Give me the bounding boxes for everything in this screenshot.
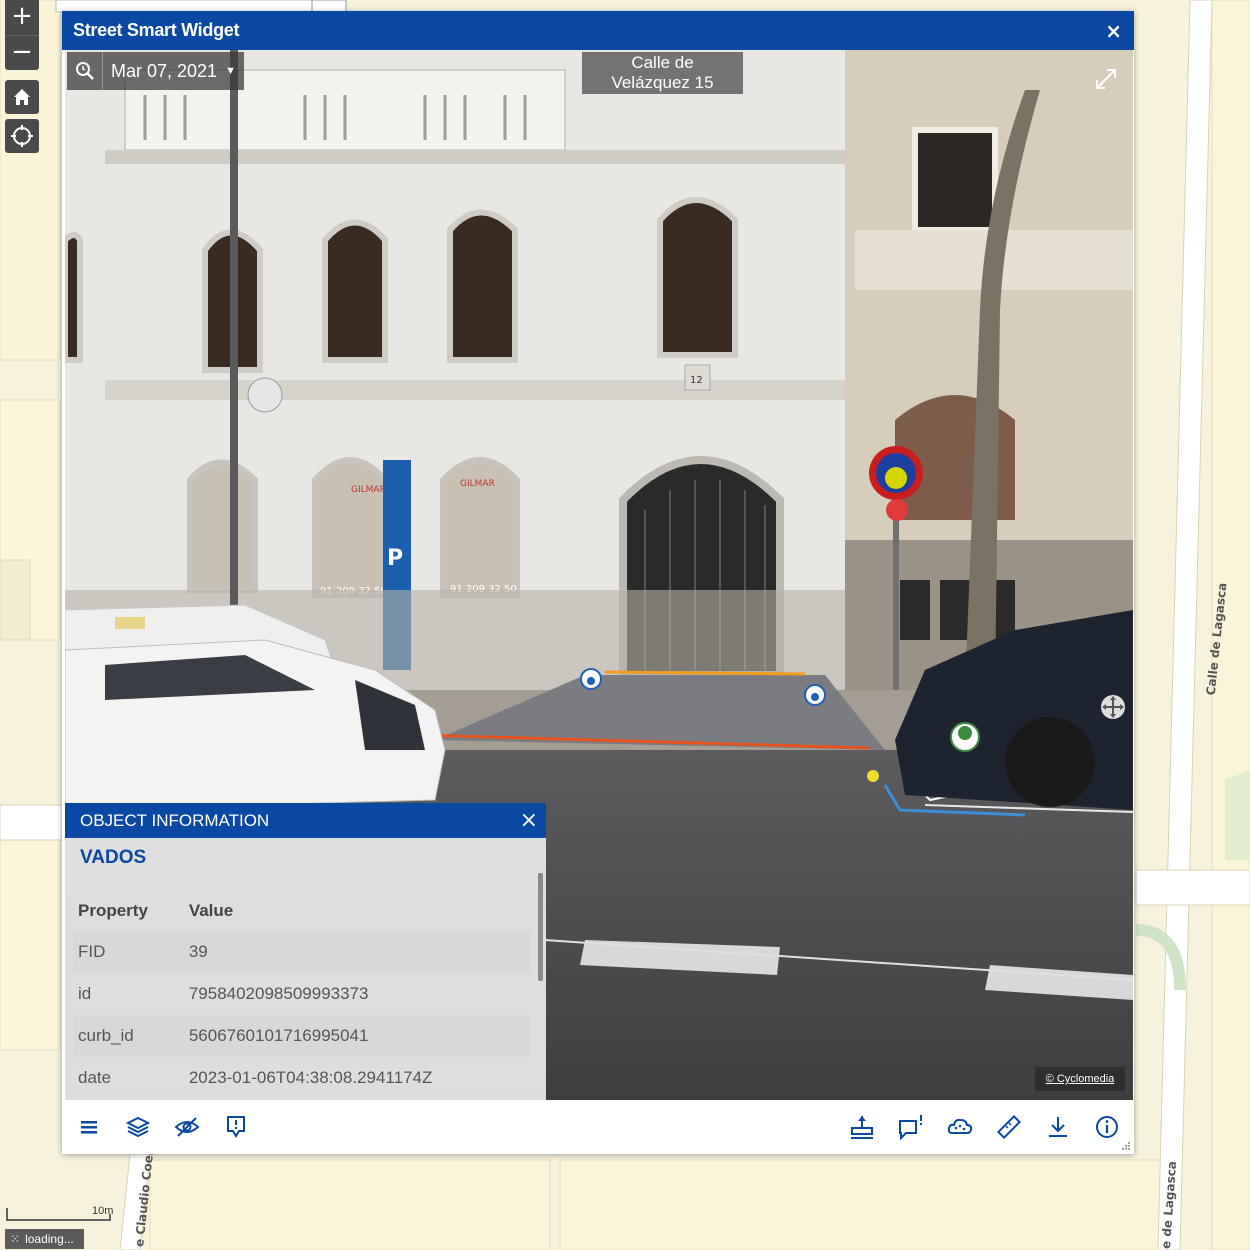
zoom-control: + − bbox=[5, 0, 39, 70]
property-cell: curb_id bbox=[73, 1015, 177, 1057]
elevation-measure-button[interactable] bbox=[848, 1113, 876, 1141]
home-icon bbox=[14, 89, 30, 105]
widget-titlebar[interactable]: Street Smart Widget × bbox=[62, 11, 1134, 50]
property-cell: id bbox=[78, 984, 92, 1003]
measure-button[interactable] bbox=[995, 1113, 1023, 1141]
widget-title: Street Smart Widget bbox=[73, 20, 240, 40]
svg-text:GILMAR: GILMAR bbox=[460, 479, 495, 489]
resize-handle-icon[interactable] bbox=[1121, 1141, 1131, 1151]
fullscreen-icon[interactable] bbox=[1093, 66, 1119, 92]
elevation-measure-icon bbox=[851, 1116, 873, 1139]
recording-date: Mar 07, 2021 bbox=[111, 61, 218, 81]
toggle-overlays-button[interactable] bbox=[173, 1113, 201, 1141]
table-row: id 7958402098509993373 bbox=[73, 973, 531, 1015]
locate-icon bbox=[11, 125, 33, 147]
zoom-out-button[interactable]: − bbox=[5, 35, 39, 70]
point-cloud-icon bbox=[947, 1118, 973, 1134]
value-cell: 7958402098509993373 bbox=[188, 984, 369, 1003]
widget-close-button[interactable]: × bbox=[1105, 19, 1122, 43]
table-row: date 2023-01-06T04:38:08.2941174Z bbox=[73, 1057, 531, 1099]
visibility-off-icon bbox=[174, 1117, 200, 1137]
object-information-header: OBJECT INFORMATION × bbox=[65, 803, 546, 838]
date-selector[interactable]: Mar 07, 2021 ▼ bbox=[67, 52, 244, 90]
table-header-row: Property Value bbox=[73, 891, 531, 931]
menu-button[interactable] bbox=[75, 1113, 103, 1141]
address-line-2: Velázquez 15 bbox=[611, 73, 714, 92]
time-travel-icon[interactable] bbox=[67, 52, 103, 90]
value-cell: 2023-01-06T04:38:08.2941174Z bbox=[188, 1068, 433, 1087]
download-icon bbox=[1049, 1117, 1067, 1137]
layers-icon bbox=[126, 1116, 150, 1138]
svg-text:12: 12 bbox=[690, 375, 703, 386]
svg-text:P: P bbox=[387, 546, 403, 571]
widget-toolbar bbox=[62, 1100, 1134, 1154]
scale-label: 10m bbox=[92, 1205, 114, 1217]
locate-button[interactable] bbox=[5, 119, 39, 153]
chevron-down-icon: ▼ bbox=[225, 65, 236, 77]
annotation-button[interactable] bbox=[222, 1113, 250, 1141]
annotation-marker-icon bbox=[227, 1116, 245, 1138]
home-button[interactable] bbox=[5, 80, 39, 114]
move-icon[interactable] bbox=[1100, 694, 1126, 720]
property-cell: FID bbox=[73, 931, 177, 973]
layers-button[interactable] bbox=[124, 1113, 152, 1141]
address-label: Calle de Velázquez 15 bbox=[582, 52, 743, 94]
report-issue-icon bbox=[899, 1115, 923, 1140]
object-information-panel: OBJECT INFORMATION × VADOS Property Valu… bbox=[65, 803, 546, 1100]
loading-label: loading... bbox=[25, 1232, 74, 1246]
value-cell: 5606760101716995041 bbox=[176, 1015, 531, 1057]
value-cell: 39 bbox=[176, 931, 531, 973]
info-button[interactable] bbox=[1093, 1113, 1121, 1141]
street-smart-widget: Street Smart Widget × GILMAR GILMAR 91 2… bbox=[62, 11, 1134, 1154]
table-row: FID 39 bbox=[73, 931, 531, 973]
address-line-1: Calle de bbox=[631, 53, 694, 72]
loading-indicator: ⁙ loading... bbox=[5, 1229, 84, 1249]
column-header-value: Value bbox=[188, 901, 234, 920]
table-row: curb_id 5606760101716995041 bbox=[73, 1015, 531, 1057]
cyclomedia-copyright-link[interactable]: © Cyclomedia bbox=[1035, 1067, 1125, 1091]
panorama-viewer[interactable]: GILMAR GILMAR 91 209 32 50 91 209 32 50 … bbox=[65, 50, 1133, 1100]
point-cloud-button[interactable] bbox=[946, 1113, 974, 1141]
layer-name: VADOS bbox=[80, 847, 147, 868]
scrollbar[interactable] bbox=[538, 873, 543, 981]
menu-icon bbox=[81, 1121, 97, 1134]
property-cell: date bbox=[78, 1068, 112, 1087]
svg-text:GILMAR: GILMAR bbox=[351, 485, 386, 495]
object-information-title: OBJECT INFORMATION bbox=[80, 811, 270, 830]
zoom-in-button[interactable]: + bbox=[5, 0, 39, 35]
info-icon bbox=[1096, 1116, 1118, 1138]
attribute-table: Property Value FID 39 id 795840209850999… bbox=[73, 891, 531, 1099]
download-button[interactable] bbox=[1044, 1113, 1072, 1141]
ruler-icon bbox=[996, 1114, 1022, 1140]
loading-icon: ⁙ bbox=[10, 1232, 21, 1246]
object-information-close-button[interactable]: × bbox=[520, 803, 538, 839]
report-issue-button[interactable] bbox=[897, 1113, 925, 1141]
column-header-property: Property bbox=[78, 901, 148, 920]
